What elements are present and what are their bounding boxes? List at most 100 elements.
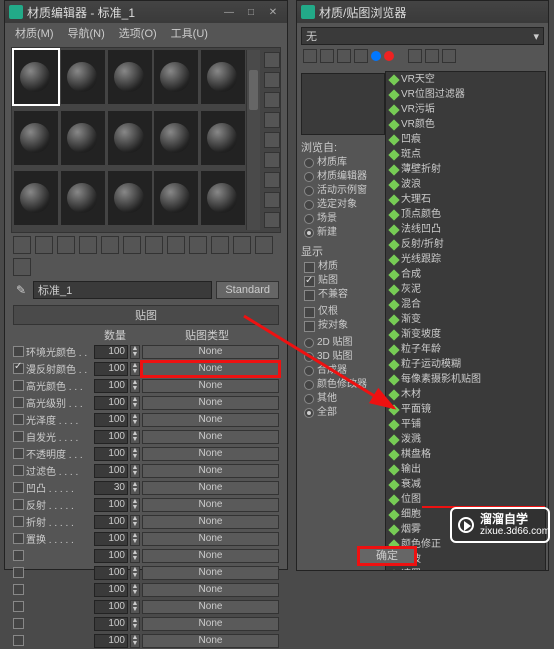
filter-option[interactable]: 颜色修改器 [301, 378, 383, 392]
map-slot-button[interactable]: None [142, 617, 279, 631]
spinner-buttons[interactable]: ▲▼ [130, 532, 140, 546]
filter-option[interactable]: 合成器 [301, 364, 383, 378]
browse-from-option[interactable]: 选定对象 [301, 198, 383, 212]
map-slot-button[interactable]: None [142, 345, 279, 359]
map-enable-checkbox[interactable] [13, 584, 24, 595]
maps-rollout-head[interactable]: 贴图 [13, 305, 279, 325]
radio-icon[interactable] [304, 352, 314, 362]
tree-item[interactable]: 反射/折射 [386, 237, 545, 252]
material-type-button[interactable]: Standard [216, 281, 279, 299]
sample-slot-13[interactable] [108, 171, 152, 225]
tree-item[interactable]: 薄壁折射 [386, 162, 545, 177]
spinner-buttons[interactable]: ▲▼ [130, 498, 140, 512]
close-button[interactable]: ✕ [263, 4, 283, 20]
map-slot-button[interactable]: None [142, 549, 279, 563]
minimize-button[interactable]: — [219, 4, 239, 20]
menu-tools[interactable]: 工具(U) [165, 24, 214, 42]
map-slot-button[interactable]: None [142, 447, 279, 461]
sample-slot-12[interactable] [61, 171, 105, 225]
video-check-icon[interactable] [264, 132, 280, 148]
sample-slot-14[interactable] [154, 171, 198, 225]
checkbox-icon[interactable] [304, 321, 315, 332]
map-amount-spinner[interactable]: 100 [94, 413, 128, 427]
spinner-buttons[interactable]: ▲▼ [130, 379, 140, 393]
tree-item[interactable]: 凹痕 [386, 132, 545, 147]
pick-material-icon[interactable] [233, 236, 251, 254]
sample-slot-5[interactable] [201, 50, 245, 104]
sample-slot-4[interactable] [154, 50, 198, 104]
tree-item[interactable]: 木材 [386, 387, 545, 402]
sample-slot-8[interactable] [108, 111, 152, 165]
radio-icon[interactable] [304, 366, 314, 376]
menu-navigate[interactable]: 导航(N) [62, 24, 111, 42]
map-slot-button[interactable]: None [142, 379, 279, 393]
sample-slot-1[interactable] [14, 50, 58, 104]
radio-icon[interactable] [304, 172, 314, 182]
tree-item[interactable]: 渐变 [386, 312, 545, 327]
tree-item[interactable]: 平面镜 [386, 402, 545, 417]
spinner-buttons[interactable]: ▲▼ [130, 447, 140, 461]
browse-from-option[interactable]: 新建 [301, 226, 383, 240]
mat-browser-icon[interactable] [264, 212, 280, 228]
map-amount-spinner[interactable]: 100 [94, 430, 128, 444]
tree-item[interactable]: 灰泥 [386, 282, 545, 297]
sample-slot-3[interactable] [108, 50, 152, 104]
map-enable-checkbox[interactable] [13, 618, 24, 629]
spinner-buttons[interactable]: ▲▼ [130, 413, 140, 427]
show-in-viewport-icon[interactable] [145, 236, 163, 254]
radio-icon[interactable] [304, 380, 314, 390]
sample-slot-10[interactable] [201, 111, 245, 165]
sample-slot-7[interactable] [61, 111, 105, 165]
radio-icon[interactable] [304, 200, 314, 210]
map-enable-checkbox[interactable] [13, 482, 24, 493]
view-large-icon[interactable] [354, 49, 368, 63]
map-amount-spinner[interactable]: 100 [94, 345, 128, 359]
get-material-icon[interactable] [13, 236, 31, 254]
tree-item[interactable]: 顶点颜色 [386, 207, 545, 222]
select-by-mat-icon[interactable] [264, 192, 280, 208]
sample-slot-15[interactable] [201, 171, 245, 225]
filter-option[interactable]: 全部 [301, 406, 383, 420]
tree-item[interactable]: VR污垢 [386, 102, 545, 117]
tree-item[interactable]: 大理石 [386, 192, 545, 207]
delete-from-lib-icon[interactable] [425, 49, 439, 63]
tree-item[interactable]: 斑点 [386, 147, 545, 162]
tree-item[interactable]: 每像素摄影机贴图 [386, 372, 545, 387]
spinner-buttons[interactable]: ▲▼ [130, 600, 140, 614]
go-to-parent-icon[interactable] [189, 236, 207, 254]
tree-item[interactable]: 位图 [386, 492, 545, 507]
assign-material-icon[interactable] [57, 236, 75, 254]
map-tree[interactable]: VR天空VR位图过滤器VR污垢VR颜色凹痕斑点薄壁折射波浪大理石顶点颜色法线凹凸… [385, 71, 546, 571]
map-amount-spinner[interactable]: 100 [94, 447, 128, 461]
view-list-img-icon[interactable] [320, 49, 334, 63]
map-enable-checkbox[interactable] [13, 448, 24, 459]
map-slot-button[interactable]: None [142, 634, 279, 648]
root-option[interactable]: 按对象 [301, 319, 383, 333]
show-end-result-icon[interactable] [167, 236, 185, 254]
tree-item[interactable]: 混合 [386, 297, 545, 312]
map-enable-checkbox[interactable] [13, 567, 24, 578]
map-amount-spinner[interactable]: 100 [94, 532, 128, 546]
map-enable-checkbox[interactable] [13, 499, 24, 510]
map-amount-spinner[interactable]: 100 [94, 498, 128, 512]
map-enable-checkbox[interactable] [13, 363, 24, 374]
tree-item[interactable]: 衰减 [386, 477, 545, 492]
filter-option[interactable]: 2D 贴图 [301, 336, 383, 350]
view-list-icon[interactable] [303, 49, 317, 63]
checkbox-icon[interactable] [304, 290, 315, 301]
spinner-buttons[interactable]: ▲▼ [130, 396, 140, 410]
preview-icon[interactable] [264, 152, 280, 168]
material-id-icon[interactable] [123, 236, 141, 254]
go-forward-icon[interactable] [211, 236, 229, 254]
clear-lib-icon[interactable] [442, 49, 456, 63]
filter-option[interactable]: 3D 贴图 [301, 350, 383, 364]
background-icon[interactable] [264, 92, 280, 108]
map-amount-spinner[interactable]: 100 [94, 634, 128, 648]
map-enable-checkbox[interactable] [13, 380, 24, 391]
uv-tile-icon[interactable] [264, 112, 280, 128]
tree-item[interactable]: VR颜色 [386, 117, 545, 132]
radio-icon[interactable] [304, 338, 314, 348]
map-amount-spinner[interactable]: 100 [94, 600, 128, 614]
spinner-buttons[interactable]: ▲▼ [130, 617, 140, 631]
browse-from-option[interactable]: 活动示例窗 [301, 184, 383, 198]
